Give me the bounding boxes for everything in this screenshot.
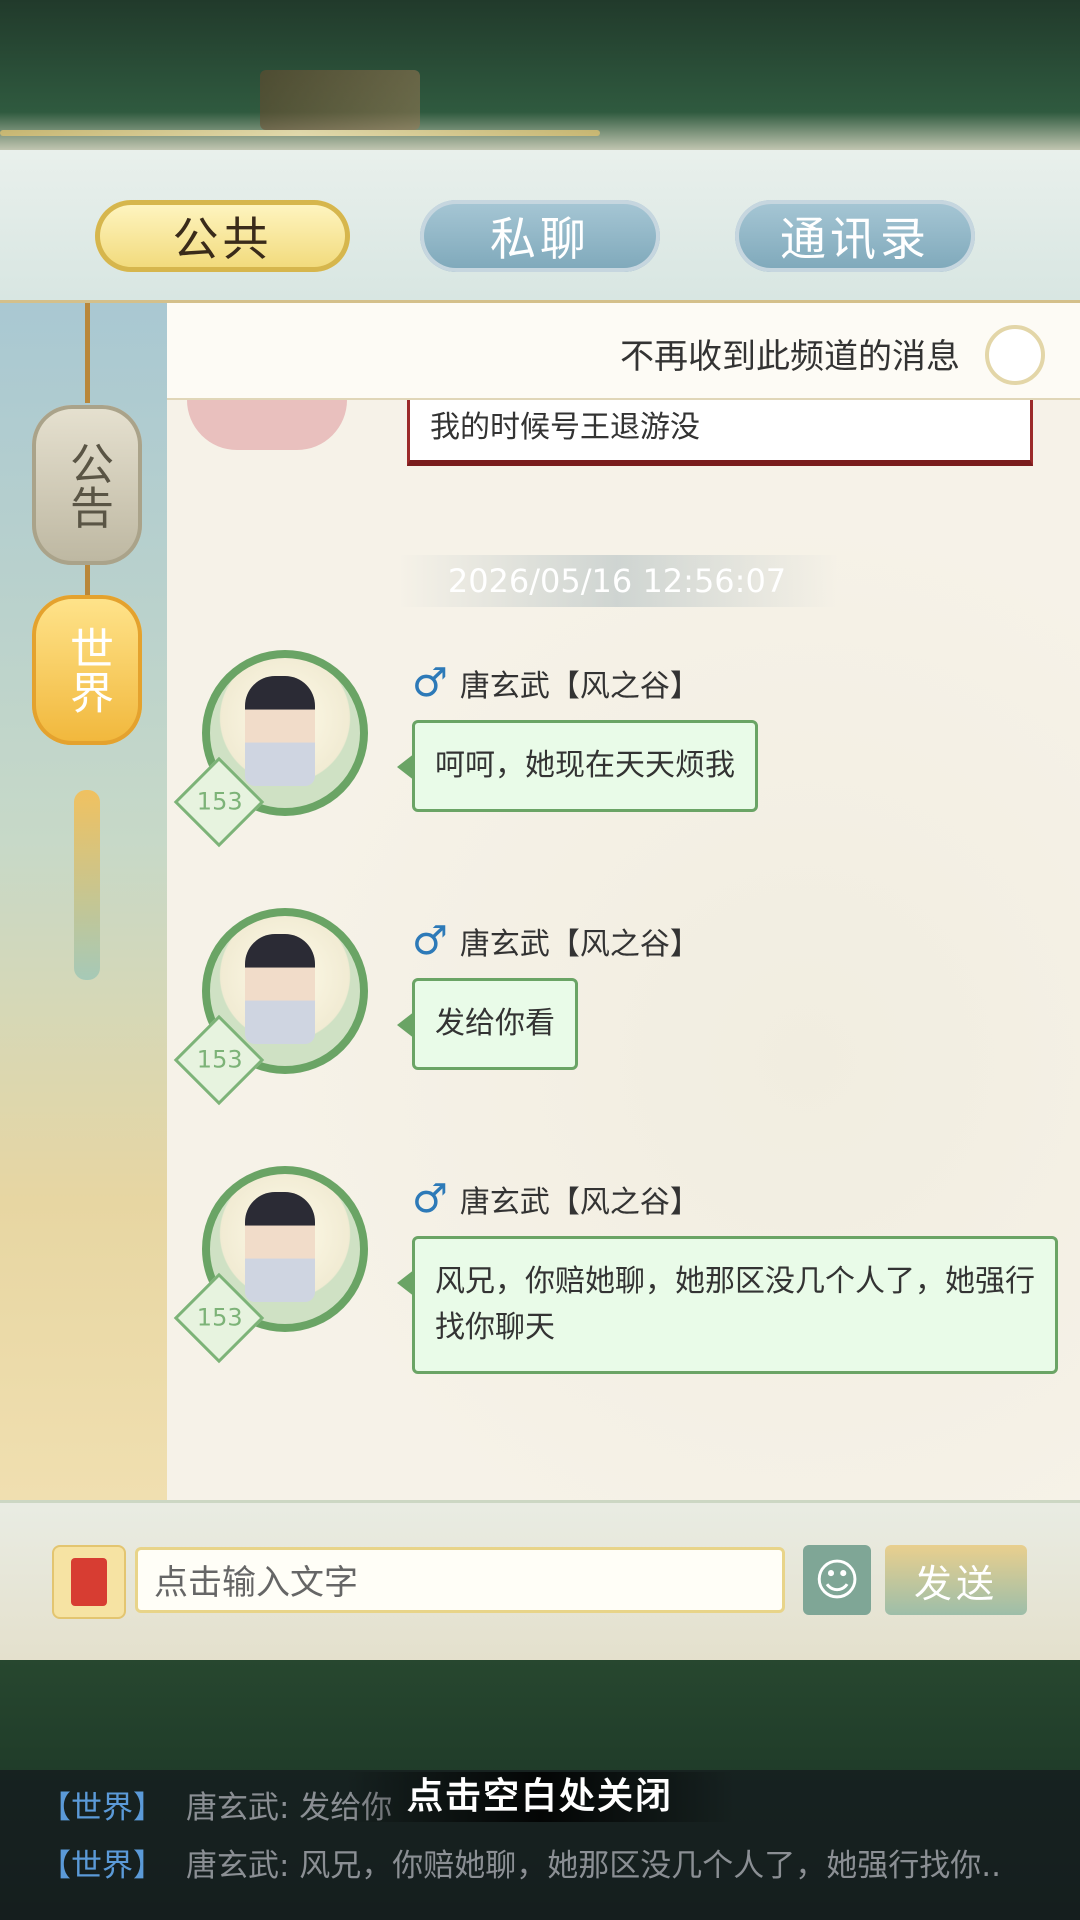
channel-tag: 【世界】 [40,1790,164,1826]
portrait [245,1192,315,1302]
timestamp: 2026/05/16 12:56:07 [397,555,837,607]
feed-line: 【世界】 唐玄武: 发给你 [40,1782,392,1827]
gold-ribbon-decoration [0,130,600,136]
tab-contacts[interactable]: 通讯录 [735,200,975,272]
avatar[interactable] [187,400,347,450]
mute-channel-bar: 不再收到此频道的消息 [167,303,1080,400]
sidebar-item-world[interactable]: 世界 [32,595,142,745]
mute-channel-toggle[interactable] [985,325,1045,385]
tassel-decoration [74,790,100,980]
message-input[interactable]: 点击输入文字 [135,1547,785,1613]
message-bubble[interactable]: 风兄，你赔她聊，她那区没几个人了，她强行找你聊天 [397,1236,1058,1374]
send-button[interactable]: 发送 [885,1545,1027,1615]
portrait [245,934,315,1044]
level-value: 153 [196,787,243,816]
bubble-tail [397,1269,415,1297]
tab-private[interactable]: 私聊 [420,200,660,272]
message-bubble: 我的时候号王退游没 [407,400,1033,466]
sidebar-item-label: 世界 [62,626,113,714]
sender-row: ♂ 唐玄武【风之谷】 [412,1176,700,1222]
channel-tag: 【世界】 [40,1848,164,1884]
mute-channel-label: 不再收到此频道的消息 [620,337,960,377]
chat-message: 153 ♂ 唐玄武【风之谷】 风兄，你赔她聊，她那区没几个人了，她强行找你聊天 [167,1166,1080,1396]
sender-row: ♂ 唐玄武【风之谷】 [412,660,700,706]
chat-message: 153 ♂ 唐玄武【风之谷】 发给你看 [167,908,1080,1108]
male-icon: ♂ [412,1176,448,1222]
message-list[interactable]: 我的时候号王退游没 2026/05/16 12:56:07 153 ♂ 唐玄武【… [167,400,1080,1500]
message-text: 发给你看 [435,1006,555,1041]
level-value: 153 [196,1045,243,1074]
message-text: 我的时候号王退游没 [430,410,700,445]
sidebar-item-label: 公告 [62,441,113,529]
close-hint: 点击空白处关闭 [345,1772,735,1822]
tab-bar: 公共 私聊 通讯录 [0,150,1080,303]
portrait [245,676,315,786]
lantern-string [85,565,90,595]
male-icon: ♂ [412,918,448,964]
sidebar-item-announcement[interactable]: 公告 [32,405,142,565]
sender-row: ♂ 唐玄武【风之谷】 [412,918,700,964]
top-banner [0,0,1080,160]
message-text: 风兄，你赔她聊，她那区没几个人了，她强行找你聊天 [435,1264,1035,1345]
red-envelope-icon [71,1558,107,1606]
bubble-tail [397,753,415,781]
red-envelope-button[interactable] [52,1545,126,1619]
message-bubble[interactable]: 发给你看 [397,978,578,1070]
sender-name[interactable]: 唐玄武【风之谷】 [460,1177,700,1221]
emoji-button[interactable]: ☺ [803,1545,871,1615]
feed-line: 【世界】 唐玄武: 风兄，你赔她聊，她那区没几个人了，她强行找你.. [40,1840,1001,1885]
message-bubble[interactable]: 呵呵，她现在天天烦我 [397,720,758,812]
male-icon: ♂ [412,660,448,706]
chat-message: 153 ♂ 唐玄武【风之谷】 呵呵，她现在天天烦我 [167,650,1080,850]
sender-name[interactable]: 唐玄武【风之谷】 [460,919,700,963]
smiley-icon: ☺ [814,1554,860,1606]
input-bar: 点击输入文字 ☺ 发送 [0,1500,1080,1663]
bubble-tail [397,1011,415,1039]
level-value: 153 [196,1303,243,1332]
tab-public[interactable]: 公共 [95,200,350,272]
building-decoration [260,70,420,130]
sender-name[interactable]: 唐玄武【风之谷】 [460,661,700,705]
message-text: 呵呵，她现在天天烦我 [435,748,735,783]
lantern-string [85,303,90,403]
feed-text: 唐玄武: 风兄，你赔她聊，她那区没几个人了，她强行找你.. [186,1848,1002,1884]
